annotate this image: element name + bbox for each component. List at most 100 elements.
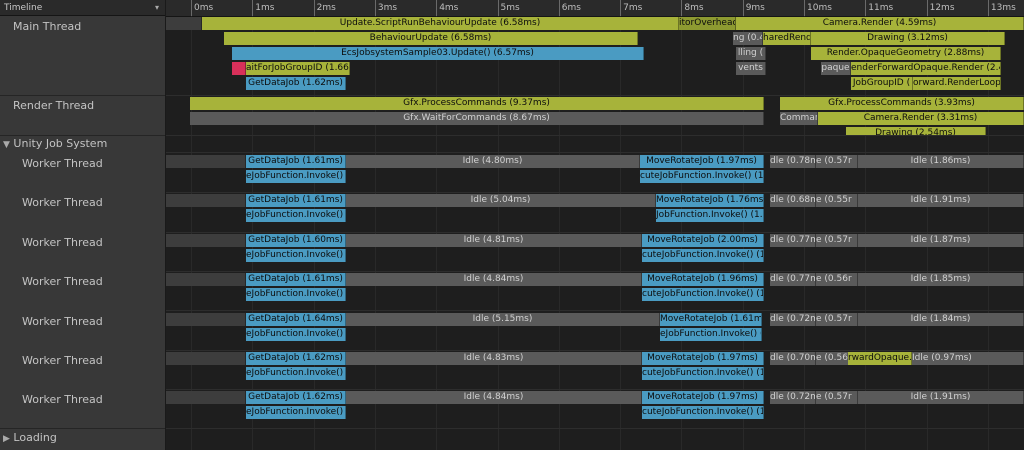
sample-bar[interactable]: JobGroupID ( <box>851 77 913 90</box>
sample-bar[interactable]: itorOverhead (1.27ms <box>679 17 736 30</box>
sample-bar[interactable]: GetDataJob (1.62ms) <box>246 391 346 404</box>
sample-bar[interactable]: Drawing (2.54ms) <box>846 127 986 135</box>
sample-bar[interactable]: Gfx.ProcessCommands (9.37ms) <box>190 97 764 110</box>
sample-bar[interactable]: BehaviourUpdate (6.58ms) <box>224 32 638 45</box>
sample-bar[interactable]: EcsJobsystemSample03.Update() (6.57ms) <box>232 47 644 60</box>
sample-bar[interactable]: Update.ScriptRunBehaviourUpdate (6.58ms) <box>202 17 679 30</box>
sample-bar[interactable]: Idle (1.91ms) <box>858 194 1024 207</box>
sample-bar[interactable]: haredRend <box>763 32 811 45</box>
sample-bar[interactable]: Idle (4.80ms) <box>346 155 640 168</box>
sample-bar[interactable]: Idle (0.97ms) <box>912 352 1024 365</box>
worker-thread-label[interactable]: Worker Thread <box>0 315 165 328</box>
sample-bar[interactable]: Idle (5.15ms) <box>346 313 660 326</box>
sample-bar[interactable] <box>166 17 202 30</box>
sample-bar[interactable]: dle (0.70ms <box>770 352 816 365</box>
worker-thread-label[interactable]: Worker Thread <box>0 157 165 170</box>
sample-bar[interactable] <box>166 194 246 207</box>
sample-bar[interactable]: Comman <box>780 112 818 125</box>
sample-bar[interactable] <box>166 234 246 247</box>
sample-bar[interactable]: cuteJobFunction.Invoke() (1.97 <box>642 406 764 419</box>
sample-bar[interactable]: Idle (4.84ms) <box>346 391 642 404</box>
chevron-down-icon[interactable]: ▾ <box>155 0 159 16</box>
sample-bar[interactable]: Idle (4.84ms) <box>346 273 642 286</box>
sample-bar[interactable]: dle (0.68m <box>770 194 816 207</box>
sample-bar[interactable]: ng (0.4 <box>733 32 763 45</box>
sample-bar[interactable]: orward.RenderLoopJob <box>913 77 1001 90</box>
sample-bar[interactable]: MoveRotateJob (1.96ms) <box>642 273 764 286</box>
sample-bar[interactable]: JobFunction.Invoke() (1.7 <box>656 209 764 222</box>
sample-bar[interactable]: GetDataJob (1.61ms) <box>246 194 346 207</box>
sample-bar[interactable]: e (0.57r <box>816 155 858 168</box>
group-loading[interactable]: ▶ Loading <box>0 431 165 444</box>
sample-bar[interactable]: dle (0.77ms <box>770 273 816 286</box>
sample-bar[interactable] <box>166 155 246 168</box>
sample-bar[interactable]: rwardOpaque.So <box>848 352 912 365</box>
worker-thread-label[interactable]: Worker Thread <box>0 354 165 367</box>
worker-thread-label[interactable]: Worker Thread <box>0 196 165 209</box>
time-ruler[interactable]: 0ms 1ms 2ms 3ms 4ms 5ms 6ms 7ms 8ms 9ms 10ms 11ms 12… <box>166 0 1024 17</box>
sample-bar[interactable]: eJobFunction.Invoke() (1 <box>246 249 346 262</box>
sample-bar[interactable]: Idle (1.87ms) <box>858 234 1024 247</box>
sample-bar[interactable]: GetDataJob (1.62ms) <box>246 352 346 365</box>
sample-bar[interactable]: MoveRotateJob (1.97ms) <box>640 155 764 168</box>
sample-bar[interactable]: cuteJobFunction.Invoke() (1.99 <box>642 249 764 262</box>
worker-thread-label[interactable]: Worker Thread <box>0 393 165 406</box>
sample-bar[interactable]: Idle (1.91ms) <box>858 391 1024 404</box>
sample-bar[interactable]: eJobFunction.Invoke() (1 <box>660 328 762 341</box>
sample-bar[interactable]: paque <box>821 62 851 75</box>
sample-bar[interactable] <box>232 62 246 75</box>
sample-bar[interactable]: dle (0.72ms <box>770 391 816 404</box>
sample-bar[interactable]: lling ( <box>736 47 766 60</box>
thread-label-render[interactable]: Render Thread <box>0 99 165 112</box>
sample-bar[interactable]: eJobFunction.Invoke() (1 <box>246 209 346 222</box>
sample-bar[interactable]: MoveRotateJob (2.00ms) <box>642 234 764 247</box>
sample-bar[interactable]: eJobFunction.Invoke() (1 <box>246 367 346 380</box>
sample-bar[interactable]: eJobFunction.Invoke() (1 <box>246 170 346 183</box>
sample-bar[interactable]: Camera.Render (4.59ms) <box>736 17 1024 30</box>
sample-bar[interactable]: Idle (4.81ms) <box>346 234 642 247</box>
worker-thread-label[interactable]: Worker Thread <box>0 275 165 288</box>
sample-bar[interactable]: enderForwardOpaque.Render (2.40m <box>851 62 1001 75</box>
sample-bar[interactable]: GetDataJob (1.62ms) <box>246 77 346 90</box>
sample-bar[interactable]: e (0.55r <box>816 194 858 207</box>
sample-bar[interactable] <box>166 313 246 326</box>
group-job-system[interactable]: ▼ Unity Job System <box>0 137 165 150</box>
sample-bar[interactable]: Idle (1.84ms) <box>858 313 1024 326</box>
sample-bar[interactable]: e (0.56r <box>816 273 858 286</box>
sample-bar[interactable]: GetDataJob (1.64ms) <box>246 313 346 326</box>
sample-bar[interactable]: vents <box>736 62 766 75</box>
sample-bar[interactable]: GetDataJob (1.61ms) <box>246 155 346 168</box>
sample-bar[interactable]: Idle (1.85ms) <box>858 273 1024 286</box>
sample-bar[interactable]: Gfx.ProcessCommands (3.93ms) <box>780 97 1024 110</box>
sample-bar[interactable]: eJobFunction.Invoke() (1 <box>246 406 346 419</box>
sample-bar[interactable]: dle (0.77ms <box>770 234 816 247</box>
sample-bar[interactable]: Drawing (3.12ms) <box>811 32 1005 45</box>
sample-bar[interactable]: cuteJobFunction.Invoke() (1.95 <box>642 288 764 301</box>
sample-bar[interactable]: e (0.57r <box>816 234 858 247</box>
sample-bar[interactable]: MoveRotateJob (1.61ms) <box>660 313 762 326</box>
sample-bar[interactable]: Idle (5.04ms) <box>346 194 656 207</box>
sample-bar[interactable]: cuteJobFunction.Invoke() (1.96 <box>640 170 764 183</box>
sample-bar[interactable]: MoveRotateJob (1.97ms) <box>642 352 764 365</box>
sample-bar[interactable]: eJobFunction.Invoke() (1 <box>246 328 346 341</box>
sample-bar[interactable]: dle (0.72ms <box>770 313 816 326</box>
sample-bar[interactable] <box>166 352 246 365</box>
sample-bar[interactable]: GetDataJob (1.60ms) <box>246 234 346 247</box>
timeline-header[interactable]: Timeline ▾ <box>0 0 165 16</box>
sample-bar[interactable]: e (0.57r <box>816 313 858 326</box>
sample-bar[interactable]: eJobFunction.Invoke() (1 <box>246 288 346 301</box>
sample-bar[interactable]: Idle (4.83ms) <box>346 352 642 365</box>
sample-bar[interactable] <box>166 273 246 286</box>
thread-label-main[interactable]: Main Thread <box>0 20 165 33</box>
sample-bar[interactable]: Gfx.WaitForCommands (8.67ms) <box>190 112 764 125</box>
sample-bar[interactable]: dle (0.78ms <box>770 155 816 168</box>
worker-thread-label[interactable]: Worker Thread <box>0 236 165 249</box>
sample-bar[interactable]: Idle (1.86ms) <box>858 155 1024 168</box>
sample-bar[interactable]: MoveRotateJob (1.97ms) <box>642 391 764 404</box>
sample-bar[interactable]: Camera.Render (3.31ms) <box>818 112 1024 125</box>
sample-bar[interactable]: aitForJobGroupID (1.66m <box>246 62 350 75</box>
sample-bar[interactable]: cuteJobFunction.Invoke() (1.97 <box>642 367 764 380</box>
sample-bar[interactable]: MoveRotateJob (1.76ms) <box>656 194 764 207</box>
sample-bar[interactable]: e (0.57r <box>816 391 858 404</box>
sample-bar[interactable]: Render.OpaqueGeometry (2.88ms) <box>811 47 1001 60</box>
